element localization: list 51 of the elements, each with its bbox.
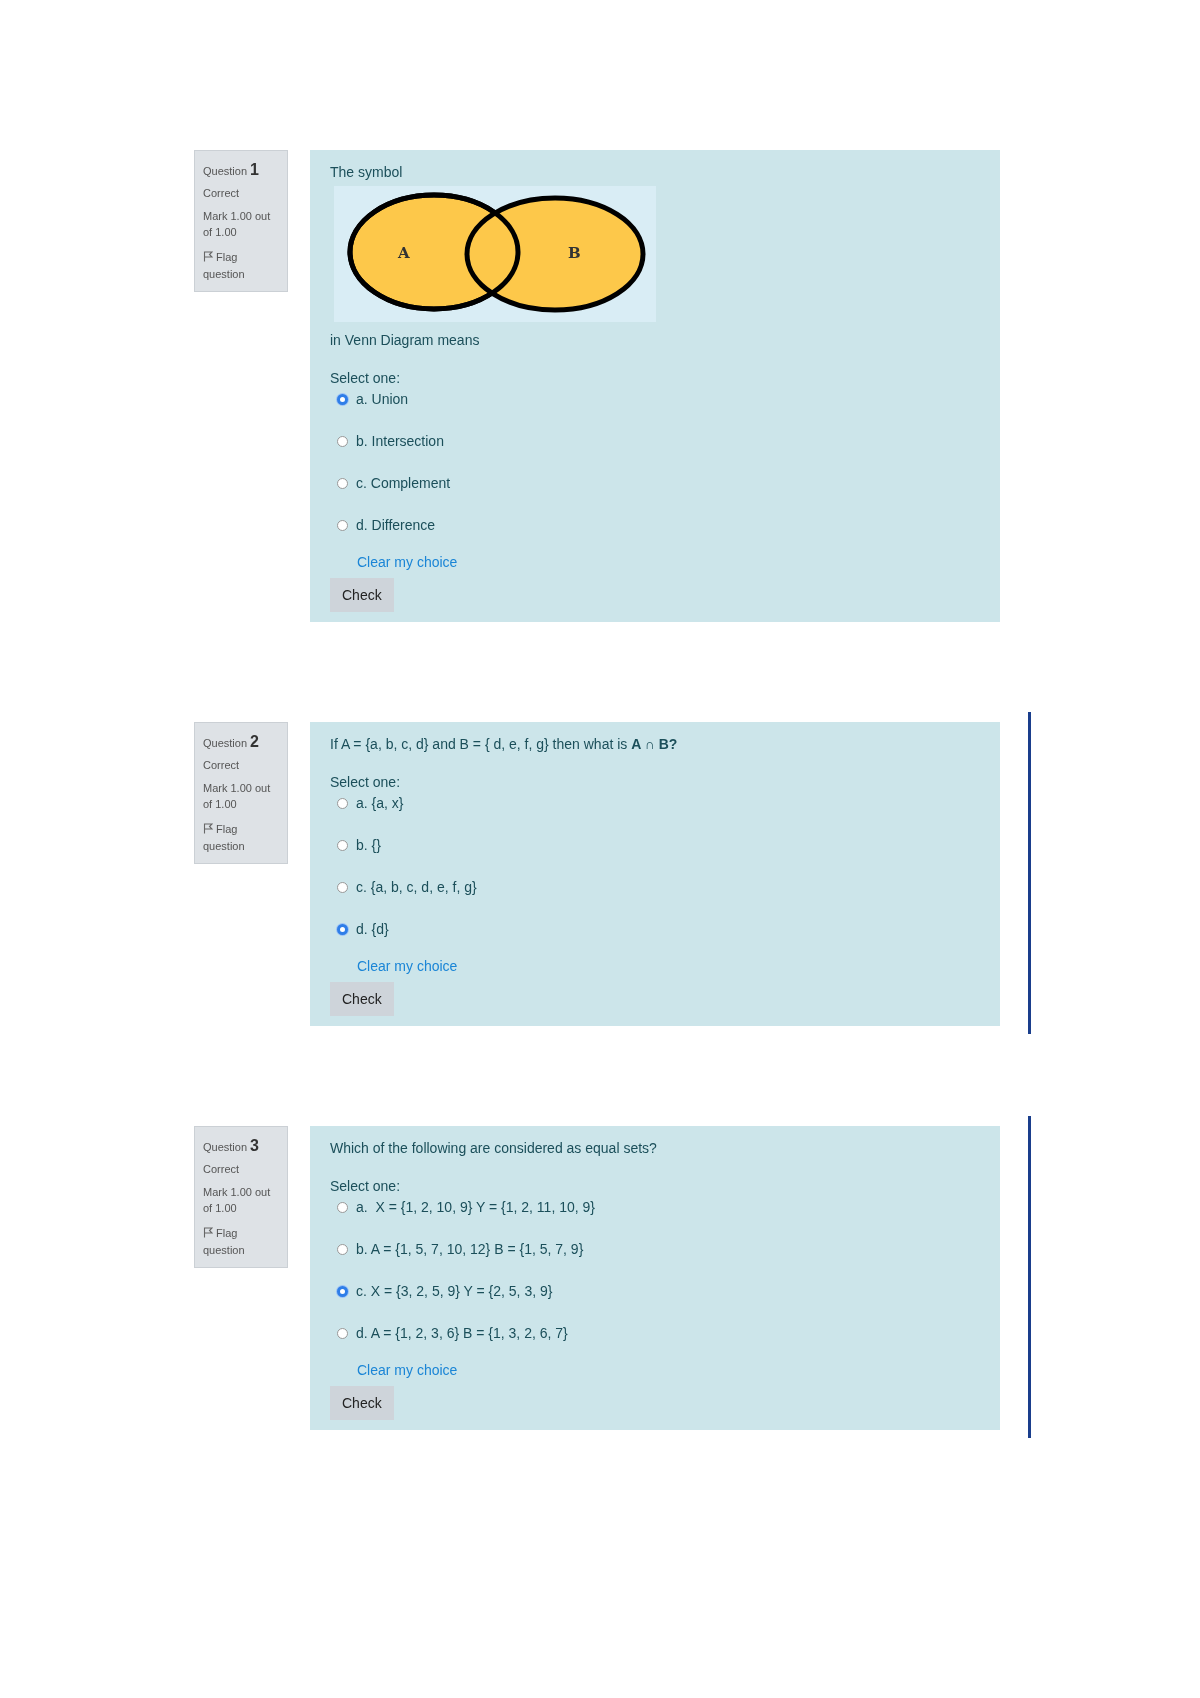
question-number: Question 1 bbox=[203, 165, 259, 177]
question-number: Question 3 bbox=[203, 1141, 259, 1153]
flag-question-link[interactable]: Flag question bbox=[203, 249, 279, 283]
question-mark: Mark 1.00 out of 1.00 bbox=[203, 781, 272, 812]
flag-question-link[interactable]: Flag question bbox=[203, 1225, 279, 1259]
select-one-prompt: Select one: bbox=[330, 370, 402, 386]
answer-option[interactable]: b. {} bbox=[356, 837, 381, 853]
question-state: Correct bbox=[203, 187, 241, 199]
check-button[interactable]: Check bbox=[330, 982, 394, 1016]
answer-option[interactable]: d. Difference bbox=[356, 517, 436, 533]
radio-button[interactable] bbox=[337, 923, 348, 935]
question-state: Correct bbox=[203, 1163, 241, 1175]
radio-button[interactable] bbox=[337, 1201, 348, 1213]
question-mark: Mark 1.00 out of 1.00 bbox=[203, 209, 272, 240]
answer-option[interactable]: b. A = {1, 5, 7, 10, 12} B = {1, 5, 7, 9} bbox=[356, 1241, 584, 1257]
question-text: The symbol bbox=[330, 164, 404, 180]
flag-question-link[interactable]: Flag question bbox=[203, 821, 279, 855]
set-label: A bbox=[398, 244, 410, 262]
check-button[interactable]: Check bbox=[330, 1386, 394, 1420]
check-button[interactable]: Check bbox=[330, 578, 394, 612]
answer-option[interactable]: d. A = {1, 2, 3, 6} B = {1, 3, 2, 6, 7} bbox=[356, 1325, 568, 1341]
radio-button[interactable] bbox=[337, 1327, 348, 1339]
radio-button[interactable] bbox=[337, 477, 348, 489]
flag-icon bbox=[203, 823, 213, 834]
radio-button[interactable] bbox=[337, 1243, 348, 1255]
radio-button[interactable] bbox=[337, 393, 348, 405]
answer-option[interactable]: d. {d} bbox=[356, 921, 389, 937]
answer-option[interactable]: a. {a, x} bbox=[356, 795, 404, 811]
radio-button[interactable] bbox=[337, 839, 348, 851]
set-label: B bbox=[568, 244, 581, 262]
flag-icon bbox=[203, 1227, 213, 1238]
select-one-prompt: Select one: bbox=[330, 1178, 402, 1194]
answer-option[interactable]: a. X = {1, 2, 10, 9} Y = {1, 2, 11, 10, 9} bbox=[356, 1199, 595, 1215]
question-state: Correct bbox=[203, 759, 241, 771]
answer-option[interactable]: c. {a, b, c, d, e, f, g} bbox=[356, 879, 477, 895]
radio-button[interactable] bbox=[337, 519, 348, 531]
answer-option[interactable]: c. Complement bbox=[356, 475, 451, 491]
question-mark: Mark 1.00 out of 1.00 bbox=[203, 1185, 272, 1216]
question-text: in Venn Diagram means bbox=[330, 332, 481, 348]
answer-option[interactable]: c. X = {3, 2, 5, 9} Y = {2, 5, 3, 9} bbox=[356, 1283, 553, 1299]
question-number: Question 2 bbox=[203, 737, 259, 749]
flag-icon bbox=[203, 251, 213, 262]
select-one-prompt: Select one: bbox=[330, 774, 402, 790]
question-text: If A = {a, b, c, d} and B = { d, e, f, g} then what is A ∩ B? bbox=[330, 736, 679, 752]
radio-button[interactable] bbox=[337, 435, 348, 447]
answer-option[interactable]: a. Union bbox=[356, 391, 409, 407]
radio-button[interactable] bbox=[337, 1285, 348, 1297]
answer-option[interactable]: b. Intersection bbox=[356, 433, 444, 449]
radio-button[interactable] bbox=[337, 797, 348, 809]
radio-button[interactable] bbox=[337, 881, 348, 893]
question-text: Which of the following are considered as equal sets? bbox=[330, 1140, 658, 1156]
